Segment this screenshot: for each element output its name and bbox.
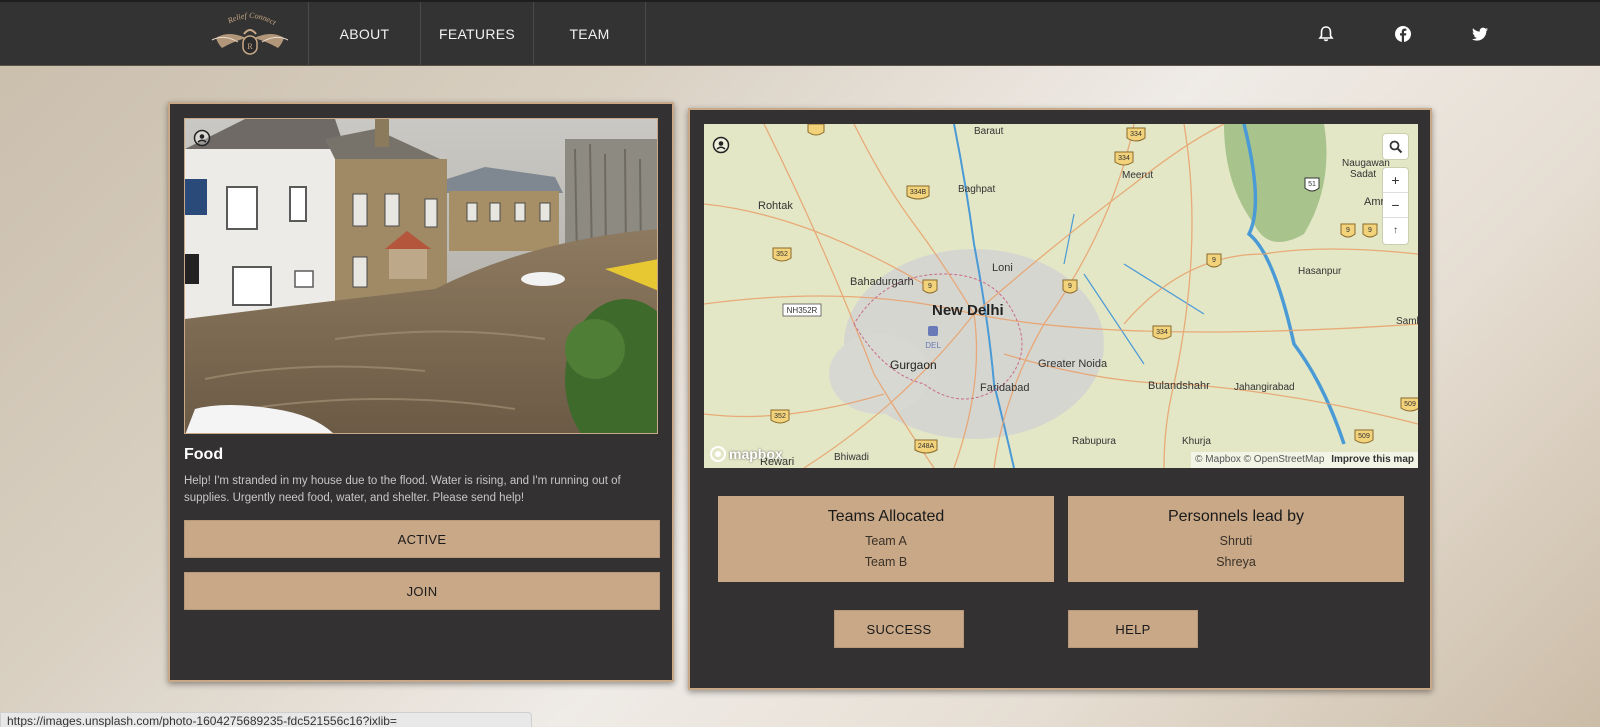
success-button[interactable]: SUCCESS (834, 610, 964, 648)
map-label-baghpat: Baghpat (958, 184, 996, 195)
svg-text:509: 509 (1358, 433, 1370, 440)
map[interactable]: 334 334 334B 352 9 9 9 9 9 51 334 352 24… (704, 124, 1418, 468)
map-label-baraut: Baraut (974, 126, 1004, 137)
request-card: Food Help! I'm stranded in my house due … (168, 102, 674, 682)
zoom-out-button[interactable]: − (1383, 193, 1408, 218)
svg-text:9: 9 (1212, 257, 1216, 264)
personnel-title: Personnels lead by (1167, 508, 1305, 525)
browser-status-url: https://images.unsplash.com/photo-160427… (0, 712, 532, 727)
map-label-sadat: Sadat (1350, 169, 1377, 180)
personnel-box: Personnels lead by Shruti Shreya (1068, 496, 1404, 582)
svg-text:DEL: DEL (925, 341, 941, 350)
map-zoom-controls: + − ↑ (1383, 168, 1408, 244)
map-label-bhiwadi: Bhiwadi (834, 452, 870, 463)
personnel-item: Shruti (1219, 534, 1253, 548)
map-label-jahangirabad: Jahangirabad (1234, 382, 1295, 393)
facebook-icon[interactable] (1393, 24, 1413, 44)
svg-text:9: 9 (1346, 227, 1350, 234)
team-item: Team A (865, 534, 907, 548)
flood-photo (184, 118, 658, 434)
nav-features[interactable]: FEATURES (420, 2, 533, 66)
svg-text:9: 9 (1368, 227, 1372, 234)
svg-text:334: 334 (1118, 155, 1130, 162)
map-location-pin-icon[interactable] (712, 136, 730, 156)
map-label-amr: Amr (1364, 196, 1385, 208)
map-search-button[interactable] (1383, 134, 1408, 159)
logo[interactable]: R Relief Connect (208, 8, 292, 62)
svg-text:334B: 334B (910, 189, 927, 196)
svg-text:334: 334 (1156, 329, 1168, 336)
map-label-meerut: Meerut (1122, 170, 1154, 181)
mapbox-logo-text: mapbox (729, 446, 783, 462)
map-label-khurja: Khurja (1182, 436, 1211, 447)
map-label-loni: Loni (992, 262, 1013, 274)
map-label-rabupura: Rabupura (1072, 436, 1116, 447)
mapbox-icon (710, 446, 726, 462)
map-attribution: © Mapbox © OpenStreetMap Improve this ma… (1191, 452, 1418, 468)
map-label-samb: Samb (1396, 316, 1418, 327)
zoom-in-button[interactable]: + (1383, 168, 1408, 193)
map-label-bulandshahr: Bulandshahr (1148, 380, 1210, 392)
nh352r-label: NH352R (787, 306, 818, 315)
bell-icon[interactable] (1316, 24, 1336, 44)
request-description: Help! I'm stranded in my house due to th… (184, 475, 621, 504)
logo-text: Relief Connect (225, 11, 278, 28)
compass-button[interactable]: ↑ (1383, 218, 1408, 243)
svg-text:352: 352 (776, 251, 788, 258)
map-label-greater-noida: Greater Noida (1038, 358, 1108, 370)
svg-text:Relief Connect: Relief Connect (225, 11, 278, 28)
svg-text:248A: 248A (918, 443, 935, 450)
teams-allocated-box: Teams Allocated Team A Team B (718, 496, 1054, 582)
improve-map-link[interactable]: Improve this map (1331, 454, 1414, 465)
twitter-icon[interactable] (1470, 24, 1490, 44)
map-label-hasanpur: Hasanpur (1298, 266, 1342, 277)
logo-letter: R (247, 42, 253, 51)
map-label-new-delhi: New Delhi (932, 302, 1004, 319)
map-label-rohtak: Rohtak (758, 200, 793, 212)
shield-334: 334 (1130, 131, 1142, 138)
attribution-text[interactable]: © Mapbox © OpenStreetMap (1195, 454, 1324, 465)
teams-allocated-title: Teams Allocated (827, 508, 945, 525)
svg-text:9: 9 (1068, 283, 1072, 290)
map-label-faridabad: Faridabad (980, 382, 1030, 394)
svg-text:51: 51 (1308, 181, 1316, 188)
navbar: R Relief Connect ABOUT FEATURES TEAM (0, 0, 1600, 66)
mapbox-logo[interactable]: mapbox (710, 446, 783, 462)
svg-text:9: 9 (928, 283, 932, 290)
personnel-item: Shreya (1216, 555, 1256, 569)
map-label-bahadurgarh: Bahadurgarh (850, 276, 914, 288)
svg-text:352: 352 (774, 413, 786, 420)
team-card: 334 334 334B 352 9 9 9 9 9 51 334 352 24… (688, 108, 1432, 690)
svg-text:509: 509 (1404, 401, 1416, 408)
nav-team[interactable]: TEAM (533, 2, 646, 66)
search-icon (1389, 140, 1402, 153)
join-button[interactable]: JOIN (184, 572, 660, 610)
map-label-gurgaon: Gurgaon (890, 358, 937, 372)
request-title: Food (184, 446, 224, 463)
active-button[interactable]: ACTIVE (184, 520, 660, 558)
team-item: Team B (864, 555, 908, 569)
help-button[interactable]: HELP (1068, 610, 1198, 648)
nav-about[interactable]: ABOUT (308, 2, 420, 66)
location-pin-icon[interactable] (193, 129, 211, 149)
